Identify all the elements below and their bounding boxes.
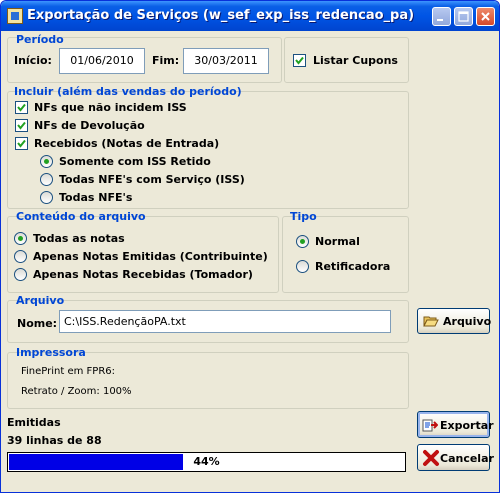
radio-iss-retido-label[interactable]: Somente com ISS Retido [59, 155, 211, 168]
recebidos-label[interactable]: Recebidos (Notas de Entrada) [34, 137, 219, 150]
radio-selected-dot [300, 239, 305, 244]
close-button[interactable] [476, 7, 495, 26]
cancelar-button[interactable]: Cancelar [417, 444, 494, 471]
radio-todas-notas-label[interactable]: Todas as notas [33, 232, 125, 245]
radio-emitidas[interactable] [14, 250, 27, 263]
listar-cupons-checkbox[interactable] [293, 54, 306, 67]
radio-normal-label[interactable]: Normal [315, 235, 360, 248]
radio-iss-retido[interactable] [40, 155, 53, 168]
arquivo-button-label: Arquivo [443, 315, 492, 328]
recebidos-checkbox[interactable] [15, 137, 28, 150]
exportar-button-label: Exportar [440, 419, 494, 432]
radio-retificadora-label[interactable]: Retificadora [315, 260, 390, 273]
periodo-title: Período [16, 33, 64, 46]
radio-nfe-servico-label[interactable]: Todas NFE's com Serviço (ISS) [59, 173, 245, 186]
impressora-title: Impressora [16, 346, 86, 359]
tipo-title: Tipo [290, 210, 317, 223]
nfs-nao-incidem-label[interactable]: NFs que não incidem ISS [34, 101, 187, 114]
maximize-button[interactable] [454, 7, 473, 26]
radio-retificadora[interactable] [296, 260, 309, 273]
printer-settings: Retrato / Zoom: 100% [21, 386, 132, 397]
nfs-nao-incidem-checkbox[interactable] [15, 101, 28, 114]
minimize-icon [437, 19, 443, 21]
radio-todas-nfe-label[interactable]: Todas NFE's [59, 191, 132, 204]
exportar-button[interactable]: Exportar [417, 411, 494, 438]
nome-field[interactable]: C:\ISS.RedençãoPA.txt [59, 310, 391, 333]
radio-selected-dot [44, 159, 49, 164]
radio-selected-dot [18, 236, 23, 241]
export-icon [422, 419, 438, 432]
maximize-icon [458, 11, 469, 22]
inicio-label: Início: [14, 54, 52, 67]
tipo-group [282, 216, 409, 293]
window-title: Exportação de Serviços (w_sef_exp_iss_re… [27, 8, 415, 23]
nfs-devolucao-checkbox[interactable] [15, 119, 28, 132]
fim-label: Fim: [152, 54, 180, 67]
radio-recebidas-label[interactable]: Apenas Notas Recebidas (Tomador) [33, 268, 253, 281]
checkmark-icon [17, 121, 26, 130]
conteudo-title: Conteúdo do arquivo [16, 210, 146, 223]
listar-cupons-label[interactable]: Listar Cupons [313, 54, 398, 67]
radio-nfe-servico[interactable] [40, 173, 53, 186]
close-icon [481, 12, 490, 21]
progress-bar: 44% [7, 452, 406, 472]
radio-recebidas[interactable] [14, 268, 27, 281]
status-count: 39 linhas de 88 [7, 434, 102, 447]
progress-text: 44% [193, 455, 220, 468]
fim-field[interactable]: 30/03/2011 [183, 48, 269, 74]
cancel-x-icon [423, 450, 439, 466]
folder-open-icon [423, 316, 439, 327]
impressora-group [7, 352, 409, 409]
title-bar[interactable]: Exportação de Serviços (w_sef_exp_iss_re… [1, 1, 499, 31]
arquivo-button[interactable]: Arquivo [417, 308, 492, 334]
export-window: Exportação de Serviços (w_sef_exp_iss_re… [0, 0, 500, 493]
cancelar-button-label: Cancelar [440, 452, 494, 465]
radio-todas-notas[interactable] [14, 232, 27, 245]
checkmark-icon [295, 56, 304, 65]
printer-name: FinePrint em FPR6: [21, 366, 116, 377]
nome-label: Nome: [17, 317, 58, 330]
incluir-title: Incluir (além das vendas do período) [14, 85, 242, 98]
radio-todas-nfe[interactable] [40, 191, 53, 204]
app-icon [7, 8, 23, 24]
minimize-button[interactable] [432, 7, 451, 26]
radio-normal[interactable] [296, 235, 309, 248]
arquivo-title: Arquivo [16, 294, 65, 307]
radio-emitidas-label[interactable]: Apenas Notas Emitidas (Contribuinte) [33, 250, 268, 263]
checkmark-icon [17, 139, 26, 148]
status-title: Emitidas [7, 416, 61, 429]
nfs-devolucao-label[interactable]: NFs de Devolução [34, 119, 145, 132]
checkmark-icon [17, 103, 26, 112]
inicio-field[interactable]: 01/06/2010 [59, 48, 145, 74]
